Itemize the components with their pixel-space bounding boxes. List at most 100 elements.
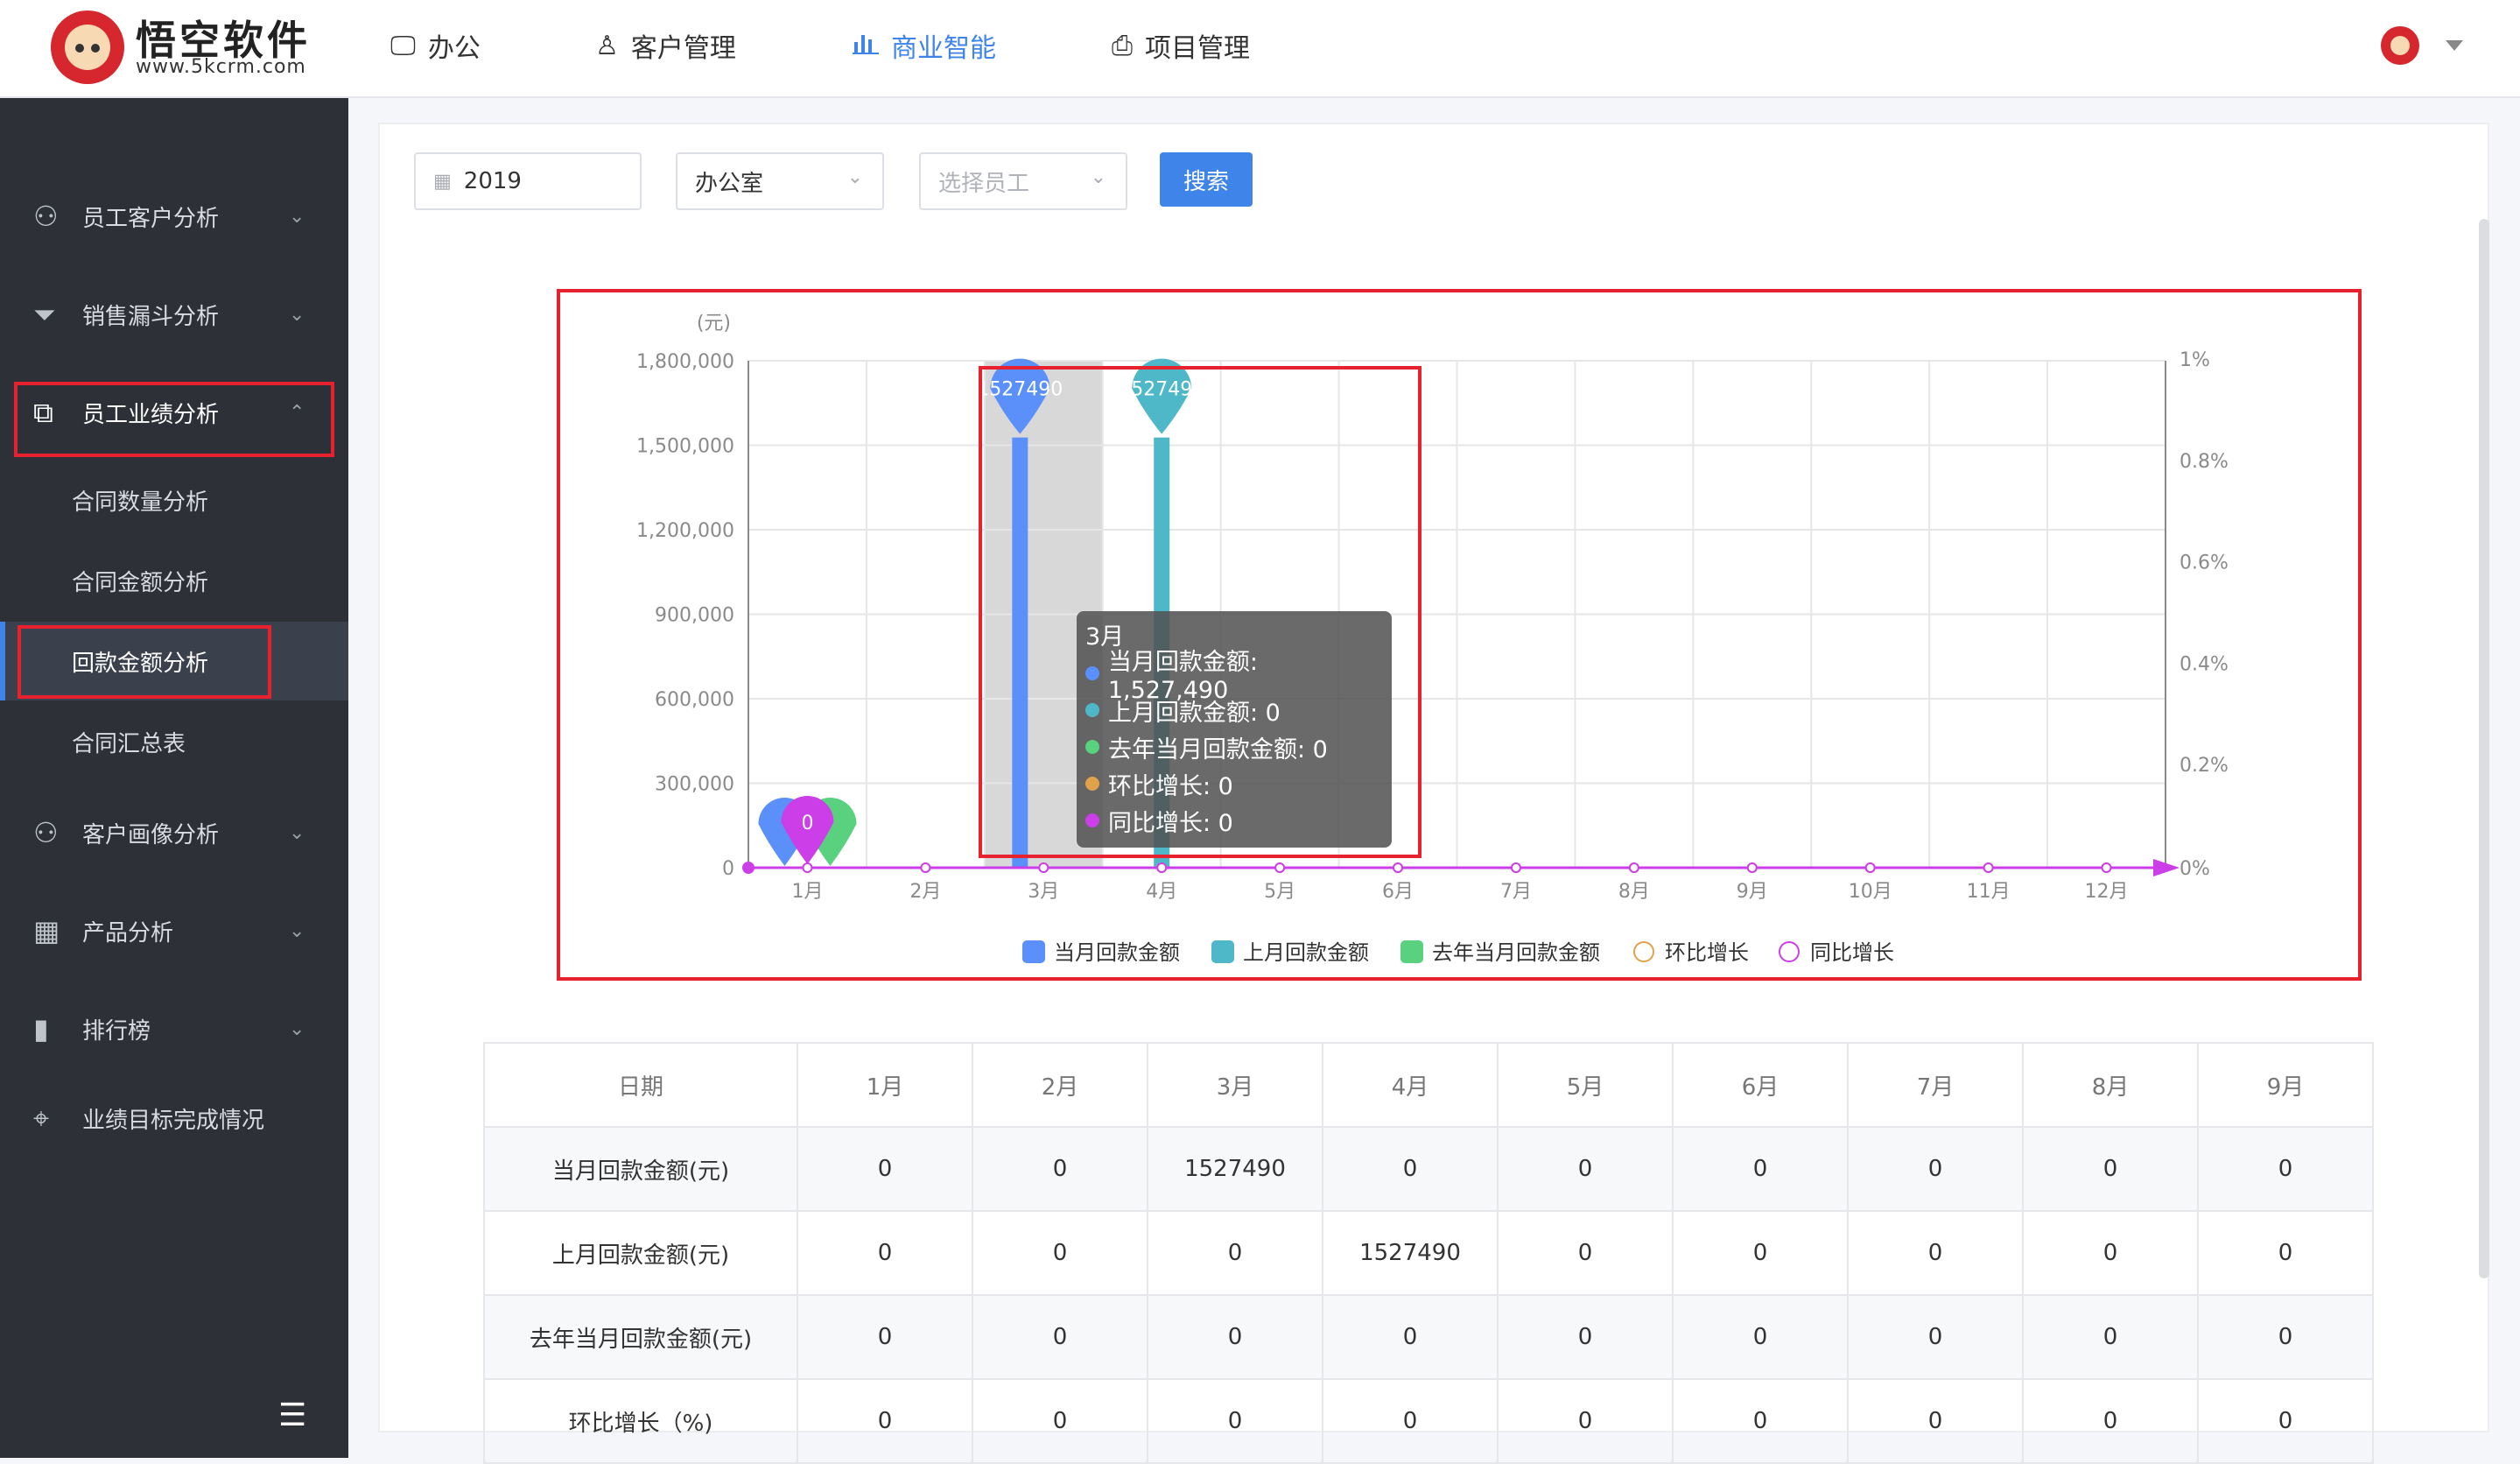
tooltip-row: 去年当月回款金额: 0 — [1085, 728, 1383, 765]
nav-project-label: 项目管理 — [1145, 33, 1250, 64]
table-cell: 0 — [1847, 1126, 2024, 1212]
highlight-box — [14, 382, 334, 457]
chart-highlight-box — [557, 289, 2362, 981]
scrollbar[interactable] — [2479, 219, 2489, 1278]
table-header-cell: 9月 — [2197, 1042, 2374, 1128]
table-cell: 0 — [1497, 1126, 1674, 1212]
sidebar-subitem-contract-amount[interactable]: 合同金额分析 — [0, 541, 348, 620]
table-cell: 0 — [2197, 1378, 2374, 1464]
highlight-box — [18, 625, 271, 699]
table-cell: 0 — [1672, 1294, 1849, 1380]
sidebar-subitem-contract-summary[interactable]: 合同汇总表 — [0, 702, 348, 781]
table-cell: 0 — [972, 1378, 1148, 1464]
tooltip-row-text: 上月回款金额: 0 — [1108, 699, 1281, 727]
table-cell: 0 — [1847, 1210, 2024, 1296]
tooltip-row-text: 环比增长: 0 — [1108, 772, 1233, 800]
search-button[interactable]: 搜索 — [1160, 152, 1253, 207]
table-cell: 0 — [1672, 1378, 1849, 1464]
logo-monkey-icon[interactable] — [51, 11, 124, 84]
table-cell: 0 — [1322, 1378, 1499, 1464]
table-header-cell: 5月 — [1497, 1042, 1674, 1128]
top-bar: 悟空软件 www.5kcrm.com 🖵 办公 ♙ 客户管理 商业智能 ⎙ 项目… — [0, 0, 2520, 98]
portrait-icon: ⚇ — [33, 816, 59, 849]
avatar[interactable] — [2381, 26, 2419, 65]
collapse-menu-icon[interactable]: ☰ — [278, 1397, 306, 1433]
table-cell: 0 — [1147, 1210, 1323, 1296]
chart-tooltip: 3月 当月回款金额: 1,527,490 上月回款金额: 0 去年当月回款金额: 0… — [1077, 611, 1392, 848]
nav-project[interactable]: ⎙ 项目管理 — [1112, 26, 1250, 65]
table-header-cell: 4月 — [1322, 1042, 1499, 1128]
sidebar-subitem-label: 合同汇总表 — [72, 730, 186, 757]
sidebar-item-label: 排行榜 — [82, 1017, 151, 1045]
sidebar-item-customer-portrait[interactable]: ⚇ 客户画像分析 ⌄ — [0, 793, 348, 872]
sidebar-item-sales-funnel[interactable]: ⏷ 销售漏斗分析 ⌄ — [0, 275, 348, 354]
sidebar-subitem-label: 合同数量分析 — [72, 489, 209, 516]
sidebar-item-product[interactable]: ▦ 产品分析 ⌄ — [0, 891, 348, 970]
tooltip-row: 当月回款金额: 1,527,490 — [1085, 649, 1383, 704]
table-cell: 0 — [972, 1294, 1148, 1380]
sidebar-subitem-contract-count[interactable]: 合同数量分析 — [0, 461, 348, 539]
nav-customer[interactable]: ♙ 客户管理 — [595, 26, 736, 65]
sidebar-subitem-label: 合同金额分析 — [72, 569, 209, 596]
chevron-down-icon: ⌄ — [289, 919, 305, 942]
department-select[interactable]: 办公室 ⌄ — [676, 152, 884, 210]
table-cell: 0 — [1847, 1378, 2024, 1464]
sidebar-item-target[interactable]: ⌖ 业绩目标完成情况 — [0, 1079, 348, 1158]
table-row: 环比增长（%) 0 0 0 0 0 0 0 0 0 — [483, 1378, 2374, 1464]
table-cell: 0 — [2022, 1126, 2199, 1212]
chevron-down-icon: ⌄ — [289, 303, 305, 326]
table-cell: 1527490 — [1322, 1210, 1499, 1296]
printer-icon: ⎙ — [1112, 30, 1133, 61]
table-cell: 0 — [2197, 1294, 2374, 1380]
chevron-down-icon: ⌄ — [289, 1017, 305, 1040]
table-cell: 0 — [1672, 1126, 1849, 1212]
table-cell: 0 — [2197, 1210, 2374, 1296]
data-table: 日期 1月 2月 3月 4月 5月 6月 7月 8月 9月 当月回款金额(元) 0 0 1527490 0 0… — [483, 1042, 2374, 1464]
table-cell: 当月回款金额(元) — [483, 1126, 798, 1212]
tooltip-row-text: 去年当月回款金额: 0 — [1108, 736, 1328, 764]
table-cell: 环比增长（%) — [483, 1378, 798, 1464]
table-cell: 0 — [1322, 1294, 1499, 1380]
chevron-down-icon: ⌄ — [289, 205, 305, 228]
table-cell: 0 — [797, 1378, 973, 1464]
user-analysis-icon: ⚇ — [33, 200, 59, 233]
table-cell: 0 — [1497, 1210, 1674, 1296]
tooltip-dot — [1085, 740, 1099, 754]
tooltip-dot — [1085, 813, 1099, 827]
table-header-cell: 3月 — [1147, 1042, 1323, 1128]
sidebar-item-employee-customer[interactable]: ⚇ 员工客户分析 ⌄ — [0, 177, 348, 256]
nav-bi[interactable]: 商业智能 — [853, 26, 996, 65]
table-header-cell: 2月 — [972, 1042, 1148, 1128]
table-cell: 0 — [797, 1294, 973, 1380]
table-cell: 0 — [2022, 1294, 2199, 1380]
table-row: 当月回款金额(元) 0 0 1527490 0 0 0 0 0 0 — [483, 1126, 2374, 1212]
employee-select[interactable]: 选择员工 ⌄ — [919, 152, 1127, 210]
table-cell: 0 — [972, 1126, 1148, 1212]
table-cell: 0 — [2022, 1378, 2199, 1464]
sidebar-item-label: 员工客户分析 — [82, 205, 220, 232]
nav-office[interactable]: 🖵 办公 — [390, 26, 481, 65]
sidebar-item-ranking[interactable]: ▮ 排行榜 ⌄ — [0, 989, 348, 1068]
logo-subtitle: www.5kcrm.com — [136, 56, 306, 78]
tooltip-row: 同比增长: 0 — [1085, 802, 1383, 839]
chevron-down-icon: ⌄ — [846, 166, 863, 188]
nav-office-label: 办公 — [427, 33, 481, 64]
table-header-cell: 日期 — [483, 1042, 798, 1128]
year-picker[interactable]: ▦ 2019 — [414, 152, 642, 210]
table-cell: 1527490 — [1147, 1126, 1323, 1212]
sidebar-item-label: 业绩目标完成情况 — [82, 1107, 265, 1134]
tooltip-dot — [1085, 703, 1099, 717]
table-header-row: 日期 1月 2月 3月 4月 5月 6月 7月 8月 9月 — [483, 1042, 2374, 1128]
table-cell: 0 — [1147, 1378, 1323, 1464]
sidebar-item-label: 产品分析 — [82, 919, 174, 947]
sidebar-item-label: 客户画像分析 — [82, 821, 220, 848]
tooltip-row: 环比增长: 0 — [1085, 765, 1383, 802]
table-cell: 0 — [1847, 1294, 2024, 1380]
tooltip-dot — [1085, 666, 1099, 680]
table-cell: 0 — [797, 1126, 973, 1212]
table-cell: 0 — [1497, 1378, 1674, 1464]
table-cell: 0 — [2022, 1210, 2199, 1296]
table-header-cell: 7月 — [1847, 1042, 2024, 1128]
chevron-down-icon[interactable] — [2446, 40, 2463, 51]
calendar-icon: ▦ — [433, 170, 452, 193]
